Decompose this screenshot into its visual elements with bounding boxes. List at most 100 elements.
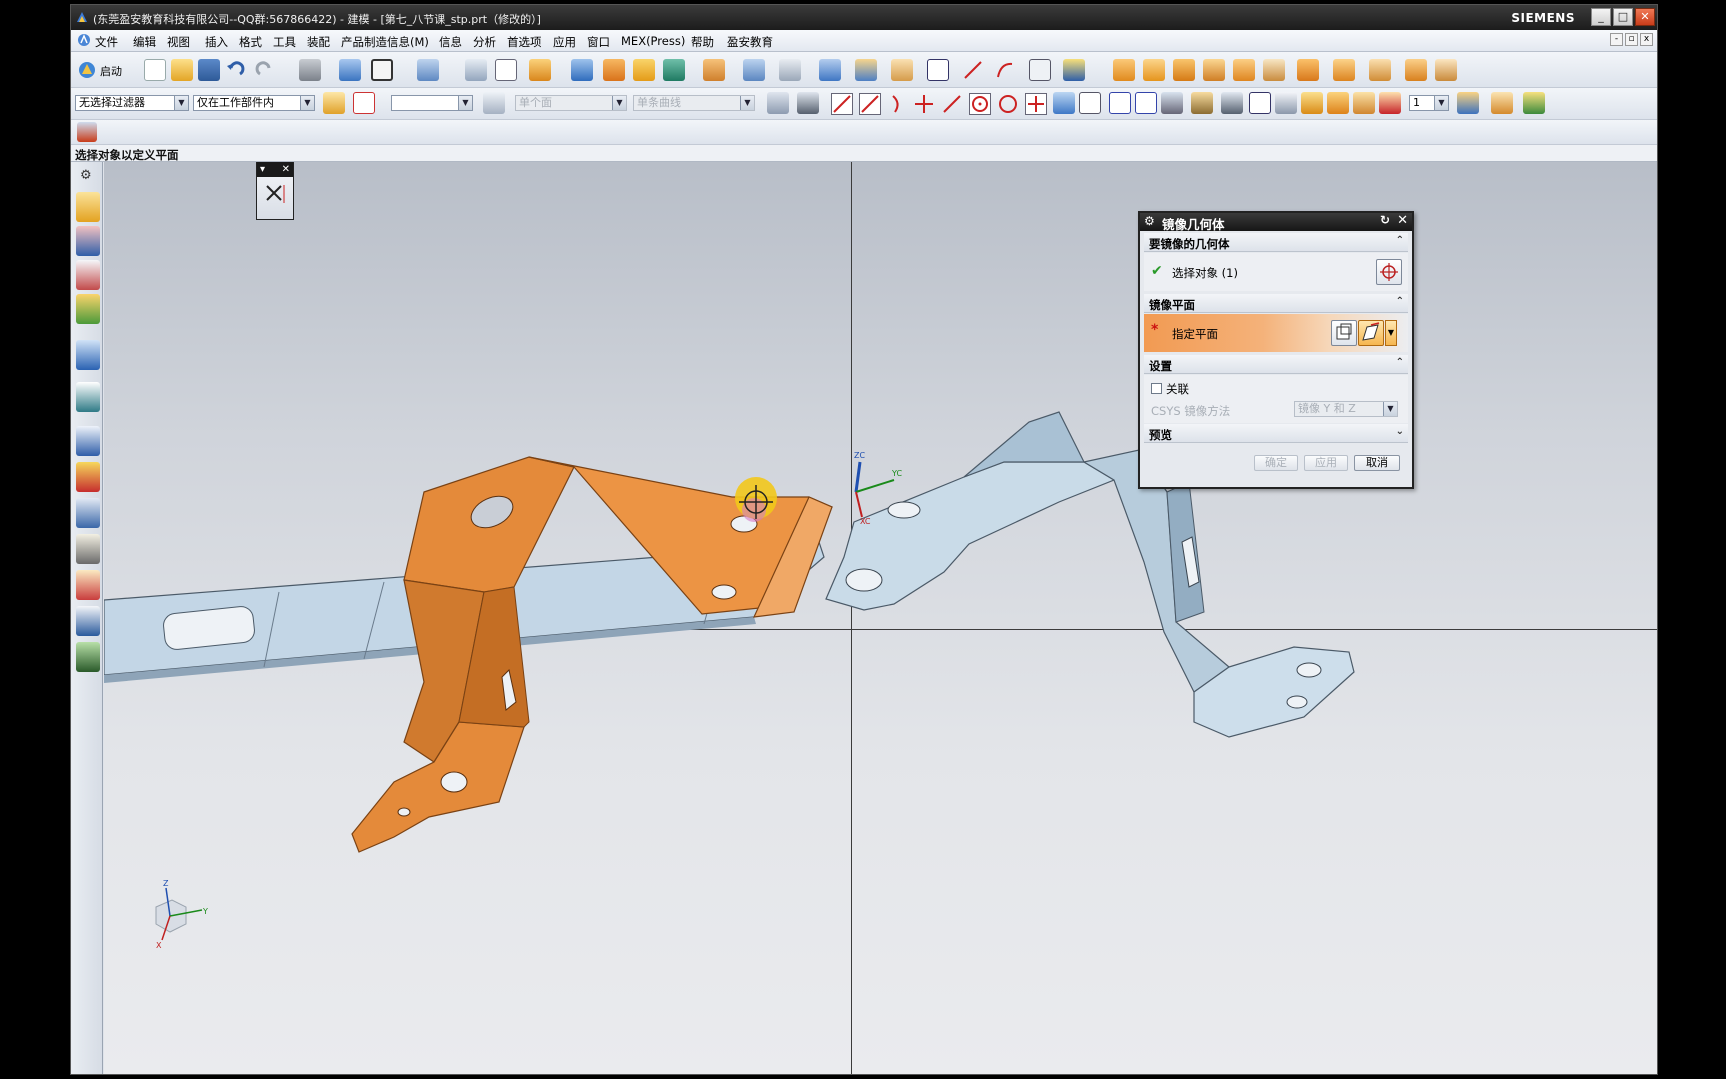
gear-icon[interactable]: ⚙ xyxy=(80,168,92,183)
redo-icon[interactable] xyxy=(255,60,275,80)
menu-help[interactable]: 帮助 xyxy=(691,34,714,50)
dynamic-wcs-icon[interactable] xyxy=(1221,92,1243,114)
snap-filter-dropdown[interactable]: ▼ xyxy=(391,95,473,111)
maximize-button[interactable]: □ xyxy=(1613,8,1633,26)
menu-mex-press[interactable]: MEX(Press) xyxy=(621,34,685,48)
close-button[interactable]: ✕ xyxy=(1635,8,1655,26)
add-filter-icon[interactable] xyxy=(353,92,375,114)
sync-modeling-icon[interactable] xyxy=(77,122,97,142)
mirror-icon[interactable] xyxy=(1327,92,1349,114)
select-object-button[interactable] xyxy=(1376,259,1402,285)
snap-mid-point-icon[interactable] xyxy=(859,93,881,115)
cut-icon[interactable] xyxy=(299,59,321,81)
snap-arc-center-icon[interactable] xyxy=(969,93,991,115)
stop-at-intersection-icon[interactable] xyxy=(767,92,789,114)
line-icon[interactable] xyxy=(963,60,983,80)
snap-count-dropdown[interactable]: 1 ▼ xyxy=(1409,95,1449,111)
gusset-icon[interactable] xyxy=(1435,59,1457,81)
chevron-down-icon[interactable]: ⌄ xyxy=(1396,426,1404,437)
point-on-face-icon[interactable] xyxy=(1053,92,1075,114)
menu-insert[interactable]: 插入 xyxy=(205,34,228,50)
grid-icon[interactable] xyxy=(1079,92,1101,114)
save-icon[interactable] xyxy=(198,59,220,81)
face-rule-dropdown[interactable]: 单个面 ▼ xyxy=(515,95,627,111)
dimension-icon[interactable] xyxy=(1275,92,1297,114)
measure-icon[interactable] xyxy=(1029,59,1051,81)
process-studio-icon[interactable] xyxy=(76,498,100,528)
start-icon[interactable] xyxy=(77,60,97,80)
menu-assemblies[interactable]: 装配 xyxy=(307,34,330,50)
unbend-icon[interactable] xyxy=(1203,59,1225,81)
menu-preferences[interactable]: 首选项 xyxy=(507,34,542,50)
menu-pmi[interactable]: 产品制造信息(M) xyxy=(341,34,429,50)
macro-icon[interactable] xyxy=(1523,92,1545,114)
inferred-plane-button[interactable] xyxy=(1358,320,1384,346)
graphics-window[interactable]: ZC YC XC Z Y X ▾ ✕ xyxy=(104,162,1657,1074)
chevron-down-icon[interactable]: ▼ xyxy=(1385,320,1397,346)
menu-window[interactable]: 窗口 xyxy=(587,34,610,50)
view-select-icon[interactable] xyxy=(1135,92,1157,114)
selection-intent-icon[interactable] xyxy=(483,92,505,114)
part-navigator-icon[interactable] xyxy=(76,260,100,290)
draft-icon[interactable] xyxy=(855,59,877,81)
menu-application[interactable]: 应用 xyxy=(553,34,576,50)
plane-icon[interactable] xyxy=(927,59,949,81)
apply-button[interactable]: 应用 xyxy=(1304,455,1348,471)
gear-icon[interactable]: ⚙ xyxy=(1144,214,1155,228)
close-icon[interactable]: ✕ xyxy=(1397,213,1408,228)
history-icon[interactable] xyxy=(76,426,100,456)
orient-view-icon[interactable] xyxy=(417,59,439,81)
start-label[interactable]: 启动 xyxy=(100,63,122,79)
menu-analysis[interactable]: 分析 xyxy=(473,34,496,50)
quick-pick-icon[interactable] xyxy=(1109,92,1131,114)
system-scenes-icon[interactable] xyxy=(76,606,100,636)
block-icon[interactable] xyxy=(703,59,725,81)
menu-yingan[interactable]: 盈安教育 xyxy=(727,34,773,50)
point-icon[interactable] xyxy=(1491,92,1513,114)
snap-control-point-icon[interactable] xyxy=(887,93,909,115)
pattern-icon[interactable] xyxy=(1301,92,1323,114)
delete-body-icon[interactable] xyxy=(1379,92,1401,114)
corner-icon[interactable] xyxy=(1297,59,1319,81)
select-object-row[interactable]: ✔ 选择对象 (1) xyxy=(1144,253,1408,291)
open-folder-icon[interactable] xyxy=(171,59,193,81)
datum-icon[interactable] xyxy=(571,59,593,81)
ok-button[interactable]: 确定 xyxy=(1254,455,1298,471)
rebend-icon[interactable] xyxy=(1233,59,1255,81)
roles-icon[interactable] xyxy=(76,570,100,600)
doc-close-button[interactable]: x xyxy=(1640,33,1653,46)
blend-icon[interactable] xyxy=(819,59,841,81)
bead-icon[interactable] xyxy=(1405,59,1427,81)
menu-tools[interactable]: 工具 xyxy=(273,34,296,50)
plane-dialog-button[interactable] xyxy=(1331,320,1357,346)
contour-flange-icon[interactable] xyxy=(1173,59,1195,81)
sketch-icon[interactable] xyxy=(495,59,517,81)
menu-information[interactable]: 信息 xyxy=(439,34,462,50)
show-hide-icon[interactable] xyxy=(264,182,288,206)
web-browser-icon[interactable] xyxy=(76,382,100,412)
hd3d-tools-icon[interactable] xyxy=(76,340,100,370)
offset-icon[interactable] xyxy=(891,59,913,81)
filter-icon[interactable] xyxy=(323,92,345,114)
constraint-navigator-icon[interactable] xyxy=(76,226,100,256)
transform-icon[interactable] xyxy=(1353,92,1375,114)
manufacturing-wizard-icon[interactable] xyxy=(76,534,100,564)
chevron-down-icon[interactable]: ▾ xyxy=(260,164,265,175)
group-preview[interactable]: 预览 ⌄ xyxy=(1144,424,1408,443)
undo-icon[interactable] xyxy=(225,60,245,80)
associative-checkbox[interactable] xyxy=(1151,383,1162,394)
snap-quadrant-icon[interactable] xyxy=(997,93,1019,115)
close-icon[interactable]: ✕ xyxy=(282,164,290,175)
assembly-navigator-icon[interactable] xyxy=(76,192,100,222)
system-materials-icon[interactable] xyxy=(76,462,100,492)
chevron-up-icon[interactable]: ⌃ xyxy=(1396,357,1404,368)
group-geometry-to-mirror[interactable]: 要镜像的几何体 ⌃ xyxy=(1144,233,1408,252)
shell-icon[interactable] xyxy=(779,59,801,81)
boolean-icon[interactable] xyxy=(743,59,765,81)
layout-icon[interactable] xyxy=(465,59,487,81)
snap-intersection-icon[interactable] xyxy=(913,93,935,115)
snap-point-on-curve-icon[interactable] xyxy=(941,93,963,115)
doc-minimize-button[interactable]: - xyxy=(1610,33,1623,46)
snap-end-point-icon[interactable] xyxy=(831,93,853,115)
move-object-icon[interactable] xyxy=(1457,92,1479,114)
